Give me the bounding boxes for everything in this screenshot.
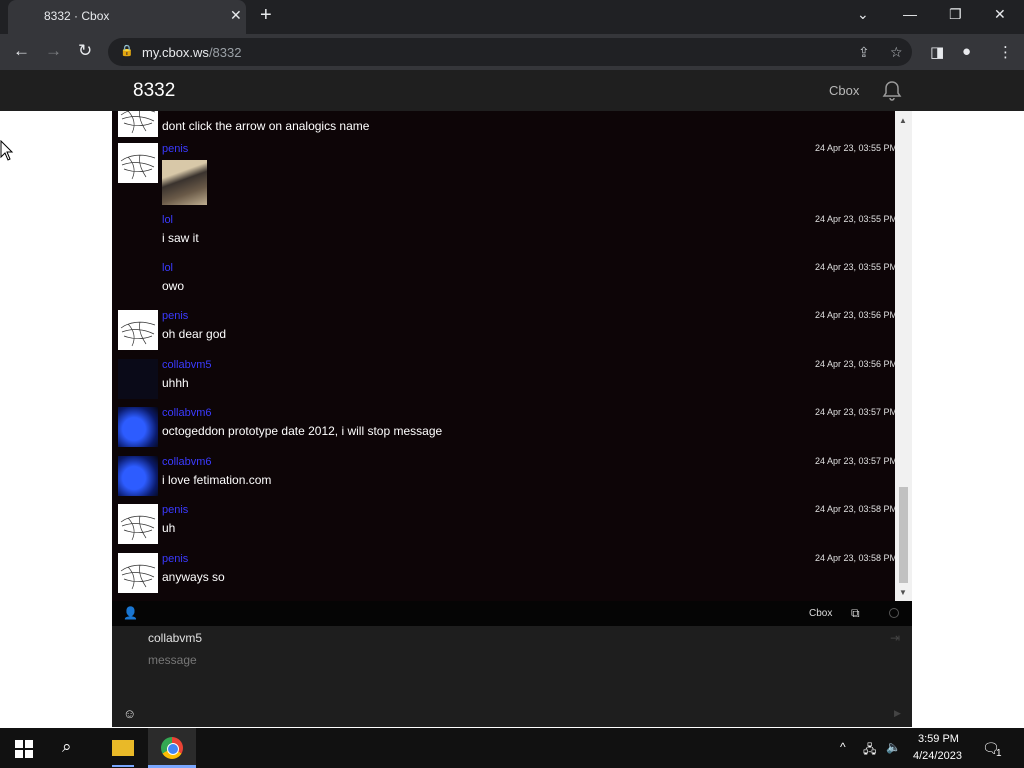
browser-toolbar: ← → ↻ 🔒 my.cbox.ws/8332 ⇪ ☆ ◨ ● ⋮ (0, 34, 1024, 70)
send-icon[interactable]: ▶ (894, 708, 901, 719)
minimize-icon[interactable]: — (903, 6, 917, 22)
message-timestamp: 24 Apr 23, 03:55 PM (814, 262, 897, 272)
avatar[interactable] (118, 407, 158, 447)
menu-kebab-icon[interactable]: ⋮ (998, 43, 1013, 61)
message-timestamp: 24 Apr 23, 03:55 PM (814, 143, 897, 153)
username-link[interactable]: penis (162, 143, 188, 155)
username-link[interactable]: penis (162, 553, 188, 565)
lock-icon[interactable]: 🔒 (120, 44, 134, 57)
message-timestamp: 24 Apr 23, 03:58 PM (814, 504, 897, 514)
message-text: octogeddon prototype date 2012, i will s… (162, 424, 443, 438)
profile-icon[interactable]: ● (962, 43, 971, 60)
message-text: oh dear god (162, 327, 227, 341)
new-tab-button[interactable]: + (260, 4, 272, 27)
message-timestamp: 24 Apr 23, 03:56 PM (814, 359, 897, 369)
message-text: owo (162, 279, 185, 293)
message-timestamp: 24 Apr 23, 03:56 PM (814, 310, 897, 320)
taskbar: ⌕ ^ 🖧 🔈 3:59 PM 4/24/2023 🗨 1 (0, 728, 1024, 768)
tab-search-icon[interactable]: ⌄ (857, 6, 869, 23)
user-icon[interactable]: 👤 (123, 606, 138, 620)
bell-icon[interactable] (880, 79, 904, 103)
clock-date[interactable]: 4/24/2023 (913, 750, 962, 762)
emoji-icon[interactable]: ☺ (123, 706, 136, 721)
message-timestamp: 24 Apr 23, 03:58 PM (814, 553, 897, 563)
forward-icon[interactable]: → (45, 41, 62, 61)
popout-icon[interactable]: ⧉ (851, 606, 860, 621)
chrome-taskbar-icon[interactable] (148, 728, 196, 768)
scroll-up-arrow-icon[interactable]: ▲ (899, 116, 907, 125)
message-text: i love fetimation.com (162, 473, 272, 487)
cbox-link[interactable]: Cbox (809, 608, 832, 619)
message-text: anyways so (162, 570, 225, 584)
message-timestamp: 24 Apr 23, 03:55 PM (814, 214, 897, 224)
notification-count: 1 (996, 748, 1002, 759)
page-title: 8332 (133, 80, 176, 101)
username-link[interactable]: penis (162, 310, 188, 322)
network-icon[interactable]: 🖧 (863, 740, 876, 761)
username-link[interactable]: collabvm6 (162, 407, 212, 419)
username-link[interactable]: lol (162, 262, 173, 274)
side-panel-icon[interactable]: ◨ (930, 43, 944, 61)
username-link[interactable]: lol (162, 214, 173, 226)
status-indicator (889, 608, 899, 618)
avatar[interactable] (118, 310, 158, 350)
windows-start-icon[interactable] (15, 740, 33, 758)
site-header: 8332 Cbox (0, 70, 1024, 111)
message-text: uh (162, 521, 176, 535)
message-text: uhhh (162, 376, 189, 390)
post-form: collabvm5 message ⇥ ☺ ▶ (112, 626, 912, 727)
username-link[interactable]: collabvm5 (162, 359, 212, 371)
username-link[interactable]: penis (162, 504, 188, 516)
file-explorer-icon[interactable] (104, 728, 142, 768)
avatar[interactable] (118, 359, 158, 399)
browser-tab-bar: 8332 · Cbox ✕ + ⌄ — ❐ ✕ (0, 0, 1024, 34)
avatar[interactable] (118, 456, 158, 496)
url-text[interactable]: my.cbox.ws/8332 (142, 45, 241, 60)
avatar[interactable] (118, 553, 158, 593)
volume-icon[interactable]: 🔈 (886, 740, 901, 754)
scroll-thumb[interactable] (899, 487, 908, 583)
back-icon[interactable]: ← (13, 41, 30, 61)
chat-message-list[interactable]: dont click the arrow on analogics name pe… (112, 111, 912, 601)
message-input[interactable]: message (148, 653, 197, 667)
message-image-thumbnail[interactable] (162, 160, 207, 205)
mouse-cursor-icon (0, 140, 14, 161)
message-timestamp: 24 Apr 23, 03:57 PM (814, 456, 897, 466)
tab-favicon (22, 10, 36, 24)
message-text: dont click the arrow on analogics name (162, 119, 370, 133)
clock-time[interactable]: 3:59 PM (918, 733, 959, 745)
chat-scrollbar[interactable]: ▲ ▼ (895, 111, 912, 601)
show-hidden-icons-icon[interactable]: ^ (840, 740, 846, 754)
avatar[interactable] (118, 111, 158, 137)
avatar[interactable] (118, 143, 158, 183)
login-icon[interactable]: ⇥ (890, 631, 900, 645)
restore-icon[interactable]: ❐ (949, 6, 962, 23)
tab-close-icon[interactable]: ✕ (230, 7, 242, 24)
cbox-header-link[interactable]: Cbox (829, 83, 859, 98)
window-close-icon[interactable]: ✕ (994, 6, 1006, 23)
search-icon[interactable]: ⌕ (62, 737, 72, 757)
share-icon[interactable]: ⇪ (858, 44, 870, 61)
reload-icon[interactable]: ↻ (78, 41, 92, 61)
message-text: i saw it (162, 231, 199, 245)
username-link[interactable]: collabvm6 (162, 456, 212, 468)
avatar[interactable] (118, 504, 158, 544)
scroll-down-arrow-icon[interactable]: ▼ (899, 588, 907, 597)
name-field[interactable]: collabvm5 (148, 631, 202, 645)
bookmark-star-icon[interactable]: ☆ (890, 44, 903, 61)
tab-title: 8332 · Cbox (44, 9, 110, 23)
browser-tab[interactable]: 8332 · Cbox ✕ (8, 0, 246, 34)
chat-bar: 👤 Cbox ⧉ (112, 601, 912, 626)
message-timestamp: 24 Apr 23, 03:57 PM (814, 407, 897, 417)
address-bar[interactable]: 🔒 my.cbox.ws/8332 ⇪ ☆ (108, 38, 912, 66)
